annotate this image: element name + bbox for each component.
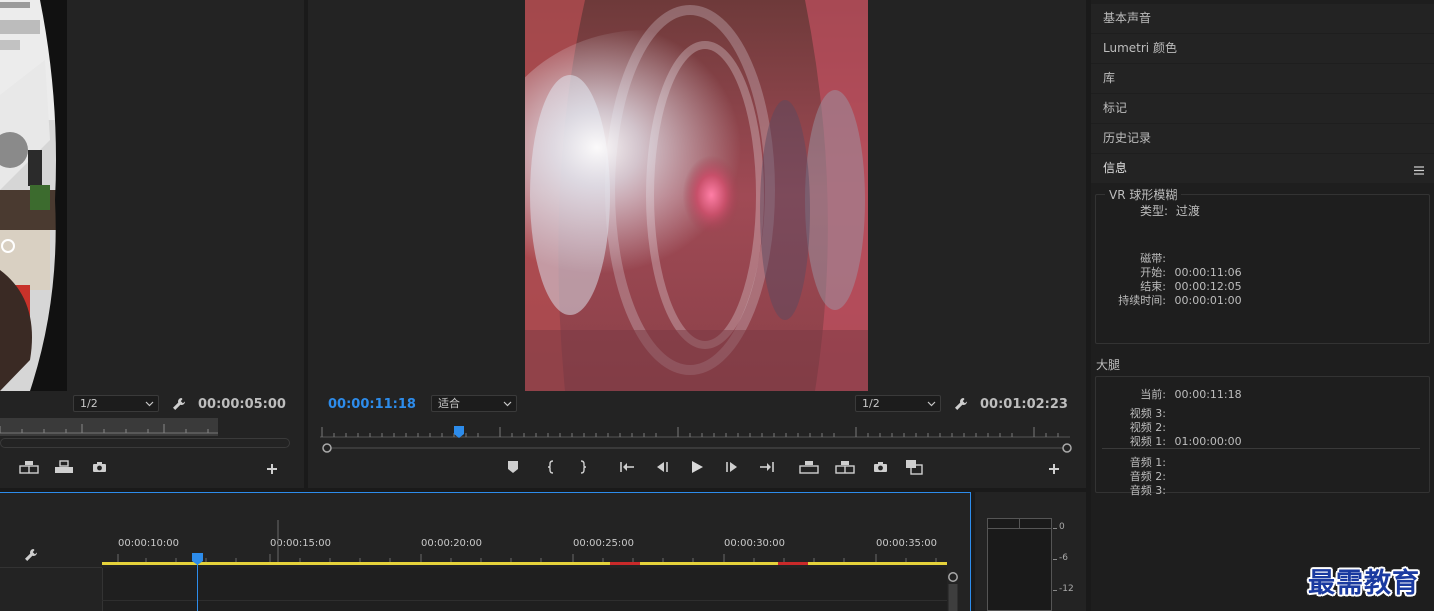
program-video-frame (525, 0, 868, 391)
tab-essential-sound[interactable]: 基本声音 (1091, 4, 1434, 33)
lift-icon[interactable] (798, 458, 820, 476)
source-resolution-select[interactable]: 1/2 (73, 395, 159, 412)
extract-icon[interactable] (834, 458, 856, 476)
source-ruler[interactable] (0, 418, 218, 436)
wrench-icon[interactable] (22, 546, 40, 564)
go-to-in-icon[interactable] (618, 459, 636, 475)
mark-in-icon[interactable] (544, 459, 558, 475)
sequence-current-value: 00:00:11:18 (1174, 388, 1242, 401)
effect-name: VR 球形模糊 (1105, 186, 1182, 203)
insert-icon[interactable] (18, 458, 40, 476)
program-resolution-value: 1/2 (862, 397, 880, 410)
panel-menu-icon[interactable] (1412, 163, 1426, 177)
program-ruler[interactable] (320, 422, 1070, 438)
render-bar-segment (778, 562, 808, 565)
go-to-out-icon[interactable] (758, 459, 776, 475)
meter-label: 0 (1059, 522, 1065, 532)
sequence-name: 大腿 (1096, 358, 1121, 372)
wrench-icon[interactable] (170, 395, 188, 413)
effect-type-value: 过渡 (1175, 204, 1200, 218)
meter-label: -6 (1059, 553, 1068, 563)
meter-divider (988, 528, 1051, 529)
program-resolution-select[interactable]: 1/2 (855, 395, 941, 412)
work-area-bar[interactable] (102, 562, 947, 565)
source-timecode: 00:00:05:00 (198, 397, 286, 412)
source-monitor-panel: 1/2 00:00:05:00 (0, 0, 304, 488)
chevron-down-icon (503, 396, 512, 415)
timeline-playhead-line (197, 558, 198, 611)
overwrite-icon[interactable] (53, 458, 75, 476)
step-forward-icon[interactable] (723, 459, 741, 475)
fit-select[interactable]: 适合 (431, 395, 517, 412)
watermark-logo: 最需教育 (1308, 568, 1420, 599)
timeline-track-header (0, 493, 102, 611)
meter-scale-tick (1053, 528, 1057, 529)
timeline-header-divider (0, 567, 102, 568)
divider (1102, 448, 1420, 449)
sequence-current-row: 当前: 00:00:11:18 (1100, 386, 1242, 402)
info-title: 信息 (1103, 161, 1128, 175)
sequence-audio3-row: 音频 3: (1100, 482, 1166, 498)
render-bar-segment (610, 562, 640, 565)
tab-info[interactable]: 信息 (1091, 154, 1434, 183)
tab-markers[interactable]: 标记 (1091, 94, 1434, 123)
meter-divider (1019, 519, 1020, 528)
source-video-frame (0, 0, 67, 391)
fit-value: 适合 (438, 397, 460, 410)
comparison-view-icon[interactable] (904, 458, 924, 476)
play-icon[interactable] (688, 458, 706, 476)
program-playhead[interactable] (454, 423, 464, 438)
effect-type-label: 类型: (1139, 204, 1168, 218)
audio3-label: 音频 3: (1129, 484, 1166, 497)
sequence-current-label: 当前: (1140, 388, 1166, 401)
effect-duration-row: 持续时间: 00:00:01:00 (1100, 292, 1242, 308)
step-back-icon[interactable] (653, 459, 671, 475)
meter-label: -12 (1059, 584, 1074, 594)
timeline-vertical-scrollbar[interactable] (947, 570, 959, 611)
effect-type-row: 类型: 过渡 (1100, 202, 1200, 219)
add-button-plus-icon[interactable] (264, 461, 280, 477)
wrench-icon[interactable] (952, 395, 970, 413)
timeline-track-area[interactable] (102, 568, 947, 611)
program-scroll-track[interactable] (322, 438, 1072, 453)
video1-label: 视频 1: (1129, 435, 1166, 448)
add-button-plus-icon[interactable] (1046, 461, 1062, 477)
meter-scale-tick (1053, 590, 1057, 591)
tab-lumetri-color[interactable]: Lumetri 颜色 (1091, 34, 1434, 63)
source-resolution-value: 1/2 (80, 397, 98, 410)
chevron-down-icon (145, 396, 154, 415)
track-divider (102, 600, 947, 601)
video1-value: 01:00:00:00 (1174, 435, 1242, 448)
program-current-timecode[interactable]: 00:00:11:18 (328, 397, 416, 412)
chevron-down-icon (927, 396, 936, 415)
effect-duration-value: 00:00:01:00 (1174, 294, 1242, 307)
timeline-playhead[interactable] (192, 550, 203, 565)
program-duration: 00:01:02:23 (980, 397, 1068, 412)
mark-out-icon[interactable] (576, 459, 590, 475)
meter-scale-tick (1053, 559, 1057, 560)
add-marker-icon[interactable] (506, 459, 520, 475)
effect-duration-label: 持续时间: (1118, 294, 1166, 307)
camera-icon[interactable] (871, 459, 889, 475)
source-scroll-track[interactable] (0, 438, 290, 448)
program-monitor-panel: 00:00:11:18 适合 1/2 00:01:02:23 (308, 0, 1086, 488)
tab-libraries[interactable]: 库 (1091, 64, 1434, 93)
sequence-video1-row: 视频 1: 01:00:00:00 (1100, 433, 1242, 449)
audio-meter (987, 518, 1052, 611)
camera-icon[interactable] (90, 459, 108, 475)
tab-history[interactable]: 历史记录 (1091, 124, 1434, 153)
